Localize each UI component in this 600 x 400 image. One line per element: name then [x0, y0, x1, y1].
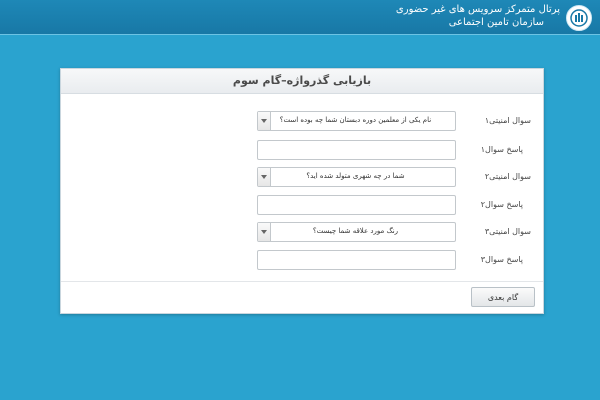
- answer-2-label: پاسخ سوال۲: [480, 200, 523, 209]
- next-step-button[interactable]: گام بعدی: [471, 287, 535, 307]
- security-question-3-select[interactable]: رنگ مورد علاقه شما چیست؟: [257, 222, 456, 242]
- ssi-logo-icon: [566, 5, 592, 31]
- security-question-2-row: شما در چه شهری متولد شده اید؟ سوال امنیت…: [61, 167, 543, 187]
- answer-1-input[interactable]: [257, 140, 456, 160]
- answer-3-input[interactable]: [257, 250, 456, 270]
- security-question-2-value: شما در چه شهری متولد شده اید؟: [306, 172, 405, 180]
- portal-title: پرتال متمرکز سرویس های غیر حضوری: [395, 4, 560, 15]
- chevron-down-icon[interactable]: [258, 223, 271, 241]
- security-question-1-row: نام یکی از معلمین دوره دبستان شما چه بود…: [61, 111, 543, 131]
- panel-header: بازیابی گذرواژه–گام سوم: [61, 69, 543, 94]
- security-question-3-label: سوال امنیتی۳: [484, 227, 531, 236]
- page-title: بازیابی گذرواژه–گام سوم: [232, 74, 372, 87]
- answer-1-label: پاسخ سوال۱: [480, 145, 523, 154]
- security-question-2-label: سوال امنیتی۲: [484, 172, 531, 181]
- panel-footer-divider: [61, 281, 543, 282]
- security-question-3-value: رنگ مورد علاقه شما چیست؟: [312, 227, 399, 235]
- security-question-1-value: نام یکی از معلمین دوره دبستان شما چه بود…: [279, 116, 432, 124]
- answer-2-row: پاسخ سوال۲: [61, 195, 543, 215]
- top-bar: پرتال متمرکز سرویس های غیر حضوری سازمان …: [0, 0, 600, 35]
- security-question-1-select[interactable]: نام یکی از معلمین دوره دبستان شما چه بود…: [257, 111, 456, 131]
- answer-2-input[interactable]: [257, 195, 456, 215]
- org-name: سازمان تامین اجتماعی: [448, 17, 544, 28]
- security-question-1-label: سوال امنیتی۱: [484, 116, 531, 125]
- chevron-down-icon[interactable]: [258, 112, 271, 130]
- chevron-down-icon[interactable]: [258, 168, 271, 186]
- security-question-3-row: رنگ مورد علاقه شما چیست؟ سوال امنیتی۳: [61, 222, 543, 242]
- password-recovery-panel: بازیابی گذرواژه–گام سوم نام یکی از معلمی…: [60, 68, 544, 314]
- portal-title-block: پرتال متمرکز سرویس های غیر حضوری سازمان …: [396, 3, 560, 29]
- answer-3-label: پاسخ سوال۳: [480, 255, 523, 264]
- answer-1-row: پاسخ سوال۱: [61, 140, 543, 160]
- answer-3-row: پاسخ سوال۳: [61, 250, 543, 270]
- security-question-2-select[interactable]: شما در چه شهری متولد شده اید؟: [257, 167, 456, 187]
